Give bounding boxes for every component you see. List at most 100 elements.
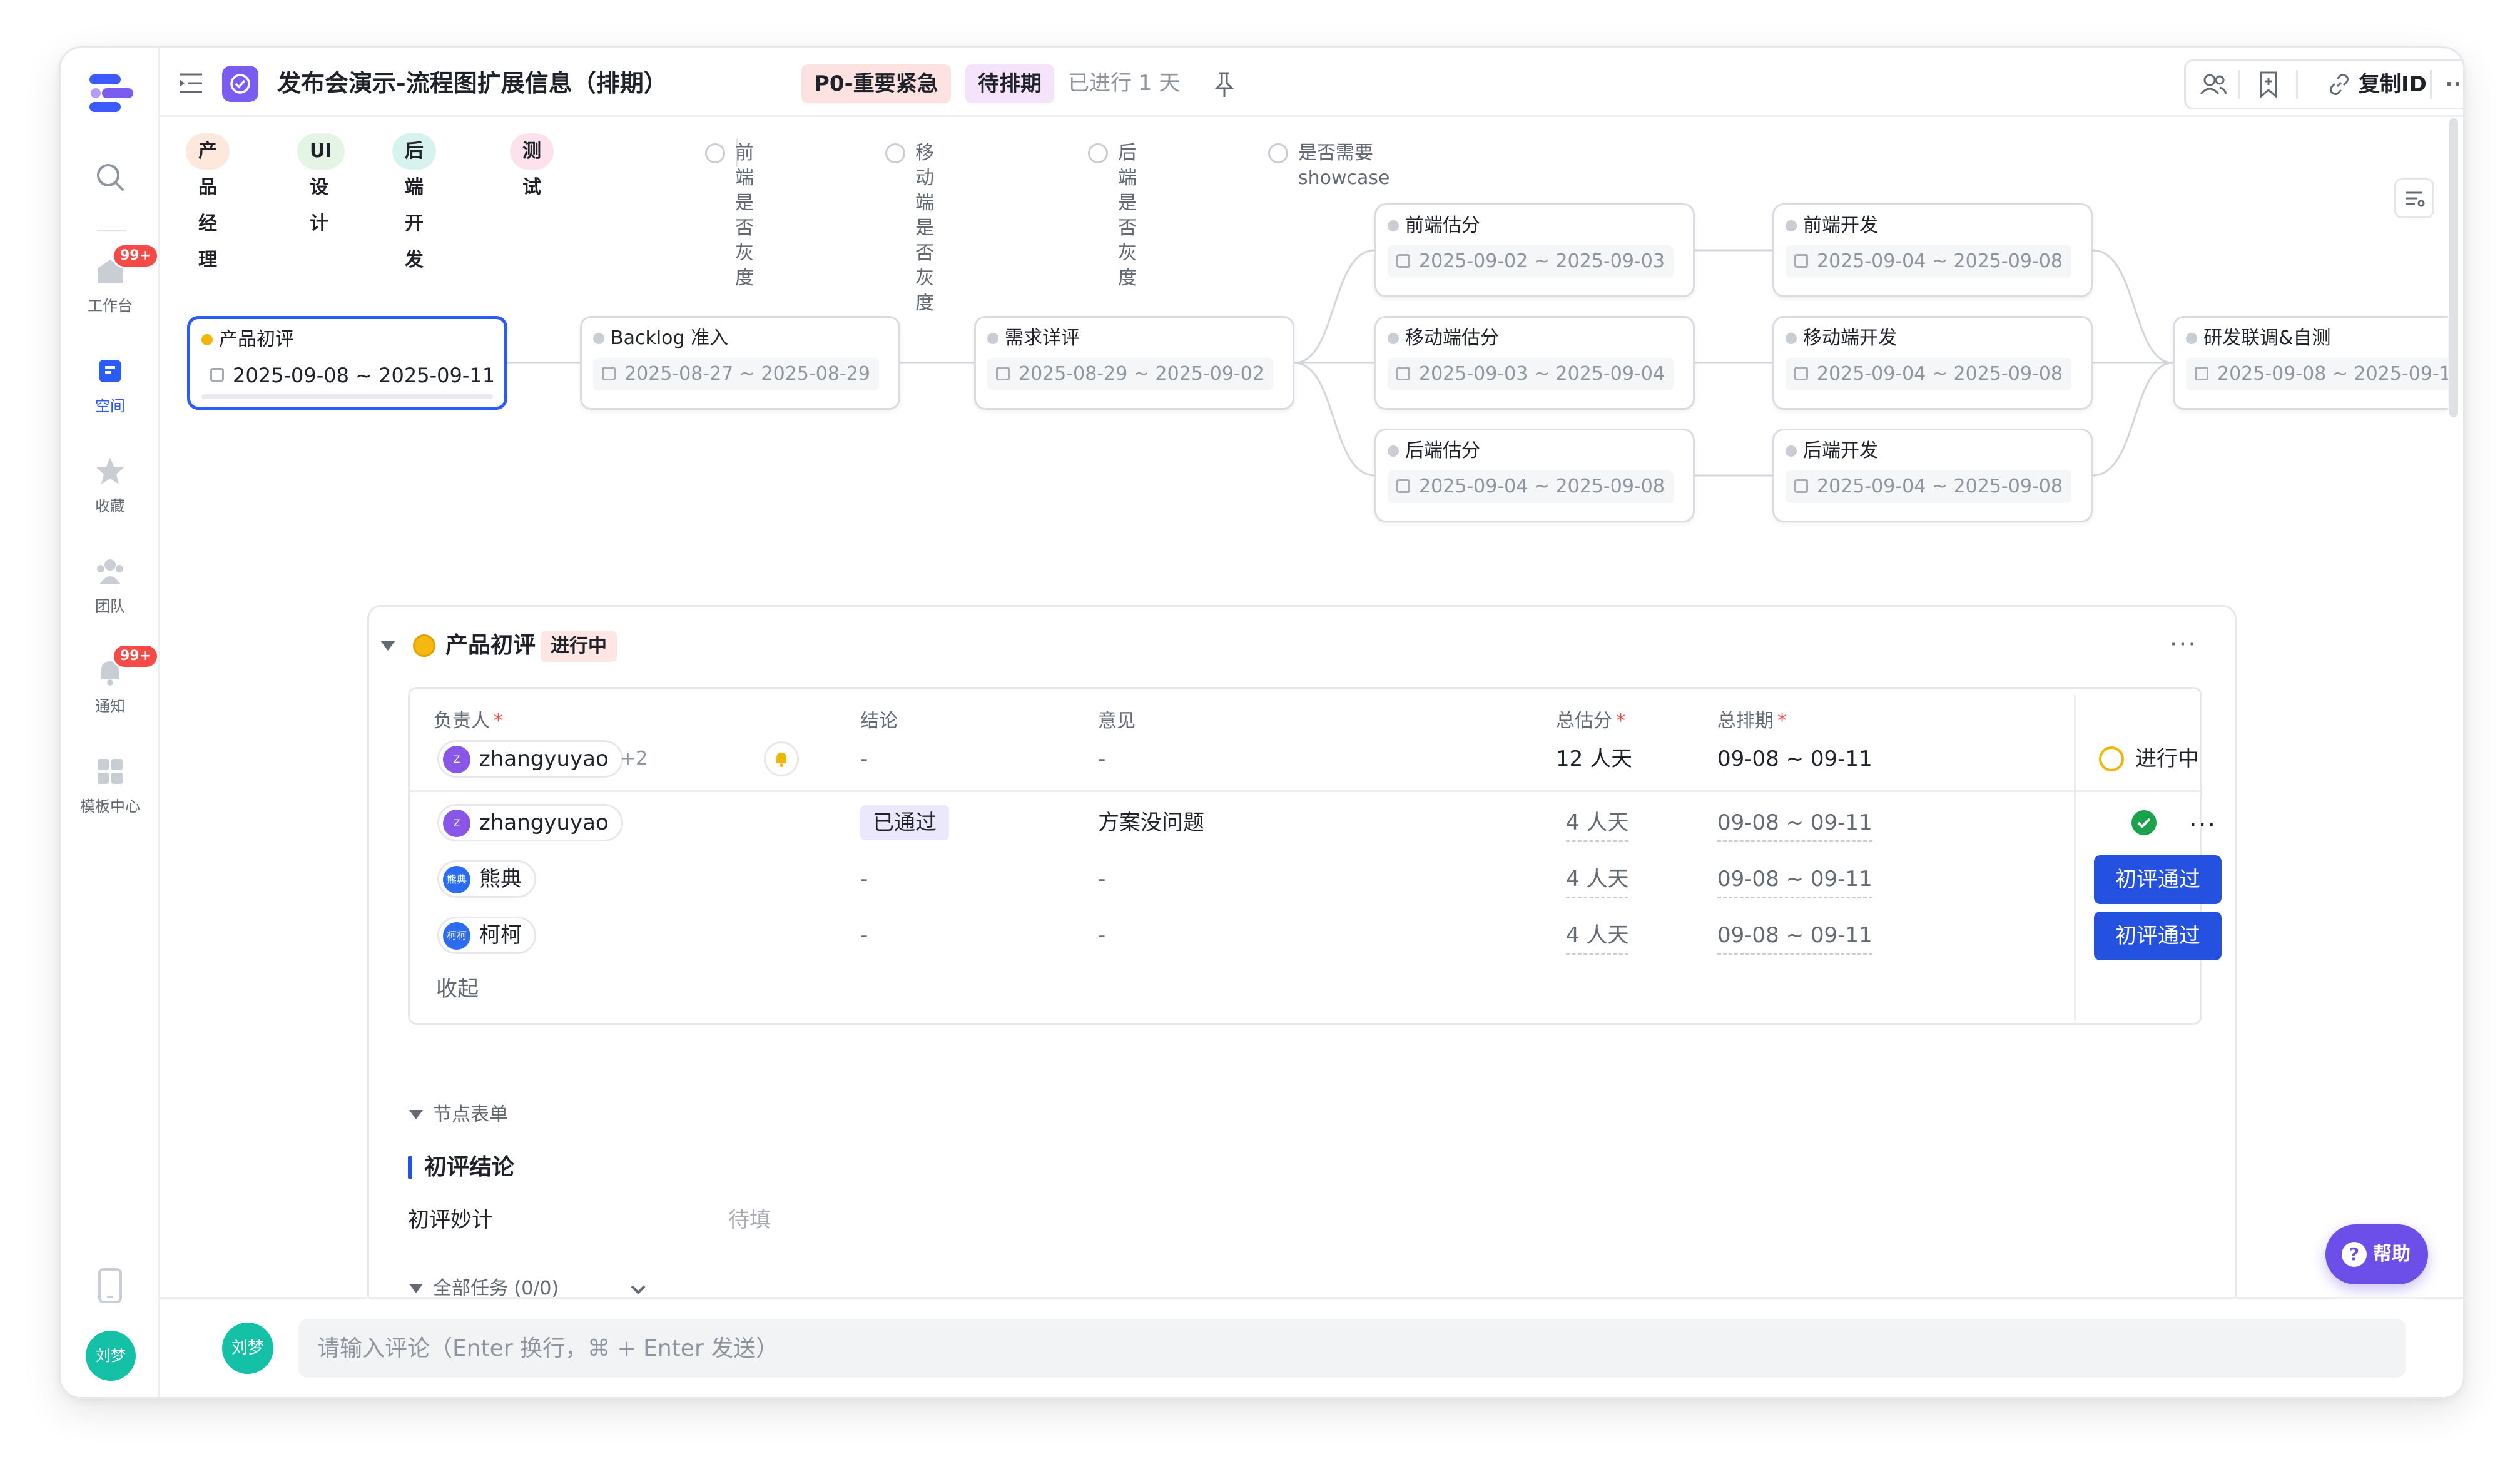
user-avatar[interactable]: 刘梦 xyxy=(86,1331,136,1381)
summary-status: 进行中 xyxy=(2135,746,2199,771)
column-divider xyxy=(2074,695,2076,1020)
header-conclusion: 结论 xyxy=(860,710,898,732)
rail-templates-label: 模板中心 xyxy=(80,798,140,815)
node-date[interactable]: 2025-09-08 ~ 2025-09-11 xyxy=(201,359,504,392)
form-section-title: 初评结论 xyxy=(408,1152,514,1182)
summary-estimate: 12 人天 xyxy=(1556,746,1633,771)
flow-node-product-review[interactable]: 产品初评 2025-09-08 ~ 2025-09-11 xyxy=(187,316,507,410)
header-schedule: 总排期 * xyxy=(1717,710,1787,732)
row-schedule[interactable]: 09-08 ~ 09-11 xyxy=(1717,805,1872,842)
comment-input[interactable] xyxy=(298,1319,2406,1378)
mobile-device-icon[interactable] xyxy=(96,1268,124,1303)
node-date[interactable]: 2025-09-04 ~ 2025-09-08 xyxy=(1786,358,2071,390)
row-schedule[interactable]: 09-08 ~ 09-11 xyxy=(1717,918,1872,955)
node-title: 后端开发 xyxy=(1786,438,1878,464)
summary-conclusion: - xyxy=(860,746,868,771)
row-conclusion: - xyxy=(860,867,868,892)
remind-button[interactable] xyxy=(764,741,799,776)
flow-node-backlog[interactable]: Backlog 准入 2025-08-27 ~ 2025-08-29 xyxy=(580,316,900,410)
node-date[interactable]: 2025-09-03 ~ 2025-09-04 xyxy=(1388,358,1674,390)
node-title: 研发联调&自测 xyxy=(2186,325,2330,352)
row-opinion: 方案没问题 xyxy=(1098,810,1204,835)
node-detail-card: 产品初评 进行中 ··· 负责人 * 结论 意见 总估分 * 总排期 * Zzhang… xyxy=(367,605,2237,1306)
flow-node-detail-review[interactable]: 需求详评 2025-08-29 ~ 2025-09-02 xyxy=(974,316,1294,410)
header-estimate: 总估分 * xyxy=(1556,710,1625,732)
comment-avatar: 刘梦 xyxy=(222,1323,273,1374)
node-date[interactable]: 2025-09-04 ~ 2025-09-08 xyxy=(1786,245,2071,278)
card-status-badge[interactable]: 进行中 xyxy=(541,631,617,662)
header-owner: 负责人 * xyxy=(434,710,503,732)
node-date[interactable]: 2025-09-08 ~ 2025-09-11 xyxy=(2186,358,2448,390)
rail-templates[interactable]: 模板中心 xyxy=(61,755,160,816)
flow-node-integration[interactable]: 研发联调&自测 2025-09-08 ~ 2025-09-11 xyxy=(2173,316,2448,410)
owner-chip[interactable]: 柯柯 柯柯 xyxy=(437,917,536,954)
flow-node-frontend-estimate[interactable]: 前端估分 2025-09-02 ~ 2025-09-03 xyxy=(1374,203,1695,297)
rail-notifications-label: 通知 xyxy=(95,698,125,715)
row-opinion: - xyxy=(1098,867,1106,892)
template-icon xyxy=(98,759,123,784)
conclusion-passed-tag: 已通过 xyxy=(860,805,949,840)
node-title: 移动端开发 xyxy=(1786,325,1897,352)
vertical-scrollbar[interactable] xyxy=(2449,118,2458,417)
help-label: 帮助 xyxy=(2373,1243,2411,1265)
row-divider xyxy=(410,790,2200,792)
node-form-section[interactable]: 节点表单 xyxy=(433,1101,508,1129)
row-conclusion: - xyxy=(860,923,868,948)
help-icon: ? xyxy=(2342,1242,2367,1267)
node-title: 前端开发 xyxy=(1786,213,1878,239)
row-estimate[interactable]: 4 人天 xyxy=(1566,805,1629,842)
node-title: 产品初评 xyxy=(201,327,294,353)
flow-node-backend-estimate[interactable]: 后端估分 2025-09-04 ~ 2025-09-08 xyxy=(1374,429,1695,522)
review-table: 负责人 * 结论 意见 总估分 * 总排期 * Zzhangyuyao +2 - - … xyxy=(408,687,2222,1025)
summary-schedule[interactable]: 09-08 ~ 09-11 xyxy=(1717,741,1872,776)
node-title: 后端估分 xyxy=(1388,438,1480,464)
node-title: Backlog 准入 xyxy=(593,325,728,352)
field-value-empty[interactable]: 待填 xyxy=(728,1202,771,1238)
flow-node-backend-dev[interactable]: 后端开发 2025-09-04 ~ 2025-09-08 xyxy=(1772,429,2093,522)
approve-review-button[interactable]: 初评通过 xyxy=(2094,912,2222,960)
node-date[interactable]: 2025-09-04 ~ 2025-09-08 xyxy=(1388,470,1674,503)
node-date[interactable]: 2025-09-02 ~ 2025-09-03 xyxy=(1388,245,1674,278)
collapse-caret-icon[interactable] xyxy=(380,641,395,651)
header-opinion: 意见 xyxy=(1098,710,1136,732)
node-form-caret-icon[interactable] xyxy=(409,1110,423,1119)
node-title: 前端估分 xyxy=(1388,213,1480,239)
row-more-icon[interactable]: ··· xyxy=(2189,813,2217,838)
row-schedule[interactable]: 09-08 ~ 09-11 xyxy=(1717,862,1872,898)
card-more-icon[interactable]: ··· xyxy=(2170,632,2197,657)
flow-node-mobile-estimate[interactable]: 移动端估分 2025-09-03 ~ 2025-09-04 xyxy=(1374,316,1695,410)
node-title: 需求详评 xyxy=(987,325,1080,352)
row-opinion: - xyxy=(1098,923,1106,948)
owner-chip[interactable]: Zzhangyuyao xyxy=(437,740,623,778)
node-title: 移动端估分 xyxy=(1388,325,1499,352)
comment-bar: 刘梦 xyxy=(160,1297,2463,1397)
rail-notifications[interactable]: 99+ 通知 xyxy=(61,644,160,716)
owner-chip[interactable]: 熊典 熊典 xyxy=(437,860,536,898)
row-estimate[interactable]: 4 人天 xyxy=(1566,918,1629,955)
help-button[interactable]: ? 帮助 xyxy=(2325,1224,2428,1284)
summary-opinion: - xyxy=(1098,746,1106,771)
in-progress-icon xyxy=(2099,746,2124,771)
avatar: 熊典 xyxy=(443,866,470,893)
collapse-link[interactable]: 收起 xyxy=(436,972,479,1007)
avatar: Z xyxy=(443,810,470,837)
approved-check-icon xyxy=(2131,810,2157,835)
node-date[interactable]: 2025-09-04 ~ 2025-09-08 xyxy=(1786,470,2071,503)
chevron-down-icon[interactable] xyxy=(628,1281,648,1299)
node-date[interactable]: 2025-08-27 ~ 2025-08-29 xyxy=(593,358,879,390)
flow-node-frontend-dev[interactable]: 前端开发 2025-09-04 ~ 2025-09-08 xyxy=(1772,203,2093,297)
owner-chip[interactable]: Zzhangyuyao xyxy=(437,804,623,841)
card-title: 产品初评 xyxy=(445,633,536,658)
app-window: 99+ 工作台 空间 收藏 团队 99+ 通知 模板中心 刘梦 发布会演示-流程… xyxy=(59,46,2465,1399)
row-estimate[interactable]: 4 人天 xyxy=(1566,862,1629,898)
node-date[interactable]: 2025-08-29 ~ 2025-09-02 xyxy=(987,358,1273,390)
approve-review-button[interactable]: 初评通过 xyxy=(2094,855,2222,904)
all-tasks-caret-icon[interactable] xyxy=(409,1284,423,1293)
notification-badge: 99+ xyxy=(112,644,160,669)
extra-owners-count[interactable]: +2 xyxy=(620,741,648,776)
status-dot-icon xyxy=(413,634,435,657)
bell-icon xyxy=(776,753,786,767)
node-progress-bar xyxy=(201,394,493,399)
flow-node-mobile-dev[interactable]: 移动端开发 2025-09-04 ~ 2025-09-08 xyxy=(1772,316,2093,410)
avatar: Z xyxy=(443,746,470,773)
